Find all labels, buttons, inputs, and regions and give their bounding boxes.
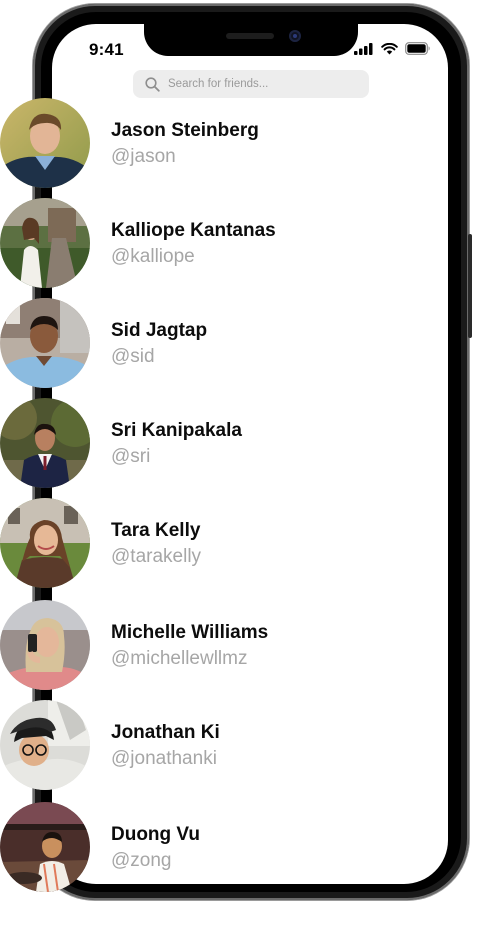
avatar[interactable] [0, 198, 90, 288]
friend-item[interactable]: Sid Jagtap @sid [0, 298, 440, 390]
friend-name: Jason Steinberg [111, 120, 259, 141]
avatar[interactable] [0, 498, 90, 588]
friend-handle: @jonathanki [111, 748, 217, 769]
signal-icon [354, 42, 373, 55]
friend-name: Sri Kanipakala [111, 420, 242, 441]
friend-name: Sid Jagtap [111, 320, 208, 341]
friend-item[interactable]: Sri Kanipakala @sri [0, 398, 440, 490]
friend-handle: @zong [111, 850, 172, 871]
friend-handle: @jason [111, 146, 176, 167]
friend-name: Jonathan Ki [111, 722, 220, 743]
avatar[interactable] [0, 700, 90, 790]
status-icons [354, 42, 431, 55]
power-button [468, 234, 472, 338]
friend-item[interactable]: Jason Steinberg @jason [0, 98, 440, 190]
wifi-icon [381, 42, 398, 54]
avatar[interactable] [0, 298, 90, 388]
search-icon [145, 76, 160, 92]
friend-handle: @tarakelly [111, 546, 202, 567]
friend-handle: @kalliope [111, 246, 195, 267]
status-time: 9:41 [89, 40, 124, 59]
friend-item[interactable]: Michelle Williams @michellewllmz [0, 600, 440, 692]
friend-handle: @michellewllmz [111, 648, 248, 669]
friend-item[interactable]: Jonathan Ki @jonathanki [0, 700, 440, 792]
friend-item[interactable]: Duong Vu @zong [0, 802, 440, 894]
friend-name: Michelle Williams [111, 622, 269, 643]
speaker-grille [226, 33, 274, 39]
friend-name: Kalliope Kantanas [111, 220, 276, 241]
front-camera [289, 30, 301, 42]
avatar[interactable] [0, 600, 90, 690]
search-input[interactable] [168, 78, 358, 90]
avatar[interactable] [0, 802, 90, 892]
friend-item[interactable]: Tara Kelly @tarakelly [0, 498, 440, 590]
search-bar[interactable] [133, 70, 369, 98]
friend-handle: @sid [111, 346, 155, 367]
friend-handle: @sri [111, 446, 151, 467]
friend-name: Duong Vu [111, 824, 200, 845]
battery-icon [405, 42, 430, 55]
friend-name: Tara Kelly [111, 520, 201, 541]
avatar[interactable] [0, 98, 90, 188]
friend-item[interactable]: Kalliope Kantanas @kalliope [0, 198, 440, 290]
avatar[interactable] [0, 398, 90, 488]
